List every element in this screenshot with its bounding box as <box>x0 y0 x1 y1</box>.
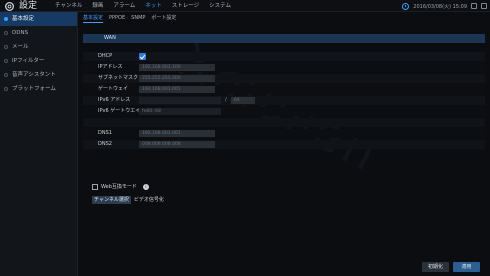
dot-icon <box>4 45 8 49</box>
sidebar-item-ip-filter[interactable]: IPフィルター <box>0 54 77 68</box>
dns2-field[interactable]: 008.008.008.008 <box>139 141 215 148</box>
sidebar-item-label: メール <box>12 44 29 50</box>
datetime-text: 2016/03/08(火) 15:09 <box>413 3 467 10</box>
window-icon[interactable] <box>471 3 477 9</box>
gateway-field[interactable]: 192.168.001.001 <box>139 86 215 93</box>
sidebar-item-label: IPフィルター <box>12 58 45 64</box>
sidebar-item-ddns[interactable]: DDNS <box>0 26 77 40</box>
sidebar-item-label: プラットフォーム <box>12 86 56 92</box>
dot-icon <box>4 73 8 77</box>
web-compat-option: Web互換モード i <box>92 183 149 191</box>
subtab-port[interactable]: ポート設定 <box>151 13 176 23</box>
sidebar-item-basic[interactable]: 基本設定 <box>0 12 77 26</box>
tab-storage[interactable]: ストレージ <box>172 0 199 12</box>
top-nav: チャンネル 録画 アラーム ネット ストレージ システム <box>55 0 231 12</box>
mask-label: サブネットマスク <box>98 75 139 81</box>
sidebar-item-email[interactable]: メール <box>0 40 77 54</box>
ipv6-gateway-label: IPv6 ゲートウエイ <box>98 108 141 114</box>
ipv6-slash: / <box>225 97 227 103</box>
sidebar-item-label: DDNS <box>12 30 29 36</box>
clock-icon <box>402 2 410 10</box>
sidebar-item-label: 基本設定 <box>12 16 35 22</box>
web-compat-label: Web互換モード <box>101 184 137 190</box>
row-spacer <box>83 118 485 127</box>
exit-icon[interactable] <box>481 3 487 9</box>
tab-system[interactable]: システム <box>209 0 231 12</box>
subtab-snmp[interactable]: SNMP <box>131 13 145 23</box>
top-right-status: 2016/03/08(火) 15:09 <box>402 0 487 12</box>
dhcp-label: DHCP <box>98 53 113 59</box>
sidebar-item-label: 音声アシスタント <box>12 72 56 78</box>
dot-icon <box>4 59 8 63</box>
dot-icon <box>4 87 8 91</box>
subtab-pppoe[interactable]: PPPOE <box>109 13 125 23</box>
network-form: WAN DHCP IPアドレス 192.168.001.100 サブネットマスク… <box>83 31 485 161</box>
sidebar: 基本設定 DDNS メール IPフィルター 音声アシスタント プラットフォーム <box>0 12 78 276</box>
page-title: 設定 <box>19 1 38 11</box>
gear-icon <box>4 17 8 21</box>
tab-record[interactable]: 録画 <box>92 0 103 12</box>
row-ipv6-gateway: IPv6 ゲートウエイ fe80::68 <box>83 107 485 116</box>
gateway-label: ゲートウェイ <box>98 86 129 92</box>
channel-select-text: ビデオ信号化 <box>133 197 164 203</box>
row-mask: サブネットマスク 255.255.255.000 <box>83 74 485 83</box>
sub-tabs: 基本設定 PPPOE SNMP ポート設定 <box>83 13 176 23</box>
channel-select-row: チャンネル選択 ビデオ信号化 <box>92 195 164 204</box>
ipv6-label: IPv6 アドレス <box>98 97 131 103</box>
ipv6-prefix-field[interactable]: 64 <box>231 97 255 104</box>
row-ip: IPアドレス 192.168.001.100 <box>83 63 485 72</box>
tab-network[interactable]: ネット <box>145 0 162 12</box>
sidebar-item-voice-assistant[interactable]: 音声アシスタント <box>0 68 77 82</box>
dhcp-checkbox[interactable] <box>139 53 146 60</box>
dns1-label: DNS1 <box>98 130 112 136</box>
subtab-basic[interactable]: 基本設定 <box>83 13 104 23</box>
row-ipv6: IPv6 アドレス / 64 <box>83 96 485 105</box>
tab-channel[interactable]: チャンネル <box>55 0 82 12</box>
dot-icon <box>4 31 8 35</box>
ipv6-gateway-field[interactable]: fe80::68 <box>139 108 221 115</box>
section-header-wan: WAN <box>83 34 485 43</box>
dns2-label: DNS2 <box>98 141 112 147</box>
sidebar-item-platform[interactable]: プラットフォーム <box>0 82 77 96</box>
top-bar: 設定 チャンネル 録画 アラーム ネット ストレージ システム 2016/03/… <box>0 0 490 12</box>
ipv6-field[interactable] <box>139 97 221 104</box>
apply-button[interactable]: 適用 <box>453 262 480 272</box>
ip-label: IPアドレス <box>98 64 123 70</box>
mask-field[interactable]: 255.255.255.000 <box>139 75 215 82</box>
gear-icon <box>5 2 14 11</box>
dns1-field[interactable]: 192.168.001.001 <box>139 130 215 137</box>
row-dns2: DNS2 008.008.008.008 <box>83 140 485 149</box>
tab-alarm[interactable]: アラーム <box>113 0 135 12</box>
row-gateway: ゲートウェイ 192.168.001.001 <box>83 85 485 94</box>
channel-select-button[interactable]: チャンネル選択 <box>92 195 131 204</box>
row-dns1: DNS1 192.168.001.001 <box>83 129 485 138</box>
default-button[interactable]: 初期化 <box>422 262 449 272</box>
row-dhcp: DHCP <box>83 52 485 61</box>
info-icon[interactable]: i <box>142 184 149 190</box>
ip-field[interactable]: 192.168.001.100 <box>139 64 215 71</box>
web-compat-checkbox[interactable] <box>92 184 98 190</box>
